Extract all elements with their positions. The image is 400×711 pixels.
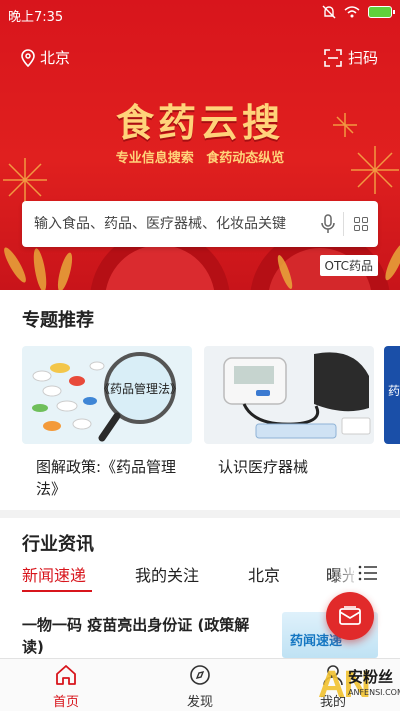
news-tabs: 新闻速递 我的关注 北京 曝光 [0,562,400,592]
mute-icon [322,5,336,19]
scan-label: 扫码 [347,49,378,67]
battery-icon [368,6,395,18]
topic-card[interactable]: 认识医疗器械 [204,346,374,478]
topic-card[interactable]: 《药品管理法》 图解政策:《药品管理法》 [22,346,192,500]
status-time: 晚上7:35 [8,10,64,25]
nav-label-home: 首页 [52,695,79,710]
topics-title: 专题推荐 [22,310,94,331]
topic-thumb-text: 《药品管理法》 [98,381,182,396]
topics-section: 专题推荐 《药品管理法》 图解政策:《药品管理法》 认识医疗器械 药 [0,290,400,510]
brand-title: 食药云搜 [115,101,284,145]
nav-label-discover: 发现 [186,695,213,710]
home-icon [56,665,76,685]
watermark-logo: AN 安粉丝 ANFENSI.COM [318,664,400,708]
topic-thumb-text: 药 [388,384,400,398]
mail-icon [339,606,361,625]
tab-news-express[interactable]: 新闻速递 [22,562,86,586]
hero-banner: 晚上7:35 北京 扫码 食药云搜 专业信息搜索 食药动态纵览 输入食品、药品、… [0,0,400,290]
watermark-name: 安粉丝 [348,668,394,686]
microphone-icon [321,214,335,233]
status-bar: 晚上7:35 [0,0,400,28]
compass-icon [190,665,210,685]
topic-caption: 认识医疗器械 [218,458,309,476]
article-title[interactable]: 一物一码 疫苗亮出身份证 (政策解读) [22,614,267,658]
topic-caption: 图解政策:《药品管理法》 [36,458,177,498]
location-selector[interactable]: 北京 [20,47,70,68]
grid-icon [354,217,368,231]
menu-list-icon [358,565,377,581]
location-pin-icon [21,48,35,67]
category-grid-button[interactable] [344,217,378,231]
tabs-fade [330,562,360,590]
search-input[interactable] [22,216,313,232]
topic-thumbnail: 药 [384,346,400,444]
scan-icon [324,48,342,67]
topic-thumbnail [204,346,374,444]
blood-pressure-monitor-image [204,346,374,444]
brand-subtitle: 专业信息搜索 食药动态纵览 [115,151,285,166]
wifi-icon [344,6,360,18]
nav-item-discover[interactable]: 发现 [165,663,235,710]
watermark-url: ANFENSI.COM [348,688,400,697]
news-title: 行业资讯 [22,534,94,555]
active-tab-underline [22,590,92,592]
location-label: 北京 [40,49,71,67]
tab-beijing[interactable]: 北京 [248,562,280,586]
scan-button[interactable]: 扫码 [324,47,378,68]
status-icons [322,5,395,19]
nav-item-home[interactable]: 首页 [31,663,101,710]
pills-magnifier-image: 《药品管理法》 [22,346,192,444]
voice-search-button[interactable] [313,214,343,234]
floating-mail-button[interactable] [326,592,374,640]
tab-my-follow[interactable]: 我的关注 [135,562,199,586]
topic-thumbnail: 《药品管理法》 [22,346,192,444]
search-bar[interactable] [22,201,378,247]
tabs-menu-button[interactable] [358,565,378,585]
otc-tag[interactable]: OTC药品 [319,255,378,276]
topic-card[interactable]: 药 [384,346,400,444]
